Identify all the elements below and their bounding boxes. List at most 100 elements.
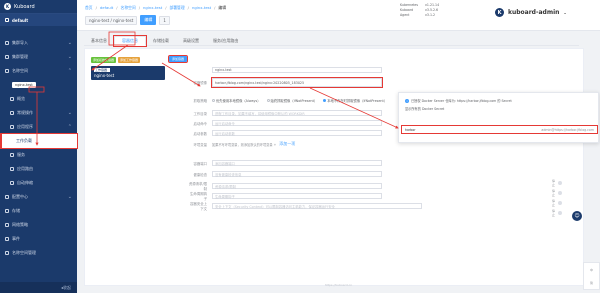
probes-label: 健康检查 <box>193 172 207 177</box>
sidebar-item-overview[interactable]: 概览 <box>0 92 77 106</box>
probes-input[interactable]: 没有健康检查信息 <box>212 171 382 177</box>
security-input[interactable]: 安全上下文（Security Context）可以限制容器访问主机能力，保证容器… <box>212 203 422 209</box>
help-fab-button[interactable]: ☺ <box>572 211 582 221</box>
network-icon <box>5 223 9 227</box>
add-init-container-button[interactable]: 添加初始化容器 <box>91 57 117 63</box>
workdir-input[interactable]: 进程工作目录，如果不填写，将使用镜像中默认的 WORKDIR <box>212 110 382 116</box>
tab-service[interactable]: 服务/应用路由 <box>206 36 245 46</box>
version-info: Kubernetes v1.21.14 Kuboard v3.5.2.6 Agent… <box>400 3 440 17</box>
logo-text: Kuboard <box>14 3 35 10</box>
command-input[interactable]: 运行启动命令 <box>212 120 382 126</box>
config-icon <box>5 195 9 199</box>
resource-switch[interactable]: 停止 <box>552 189 562 197</box>
tab-basic[interactable]: 基本信息 <box>84 36 114 46</box>
overview-icon <box>10 97 14 101</box>
sidebar-item-cluster-manage[interactable]: 集群管理 ⌄ <box>0 50 77 64</box>
sidebar: K Kuboard default 集群导入 ⌄ 集群管理 ⌄ 名称空间 ⌃ ngin… <box>0 0 78 293</box>
add-container-button[interactable]: 添加容器 <box>167 55 189 63</box>
args-label: 启动参数 <box>193 131 207 136</box>
command-label: 启动命令 <box>193 121 207 126</box>
dropdown-filter-authorized[interactable]: i 已授权 Docker Server 仓库为: https://harbor.… <box>405 98 512 103</box>
env-hint: 如果不写环境变量，则添加默认的环境变量 + <box>212 142 277 147</box>
security-label: 容器安全上下文 <box>190 202 207 211</box>
container-type-badge: 工作容器 <box>94 68 110 72</box>
container-image-input[interactable]: harbor.jfblog.com/nginx-test/nginx:20220… <box>211 77 383 88</box>
namespace-select[interactable]: nginx-test <box>12 82 36 88</box>
sidebar-item-events[interactable]: 事件 <box>0 232 77 246</box>
count-badge: 1 <box>159 15 170 25</box>
lifecycle-switch[interactable]: 停止 <box>552 199 562 207</box>
secret-dropdown: i 已授权 Docker Server 仓库为: https://harbor.… <box>398 92 599 143</box>
add-work-container-button[interactable]: 添加工作容器 <box>118 57 141 63</box>
sidebar-item-namespace[interactable]: 名称空间 ⌃ <box>0 64 77 78</box>
dropdown-show-all[interactable]: 显示所有的 Docker Secret <box>405 106 444 111</box>
user-menu[interactable]: K kuboard-admin ⌄ <box>495 8 567 17</box>
chevron-down-icon: ⌄ <box>67 40 72 46</box>
chevron-down-icon: ⌄ <box>563 10 567 15</box>
security-switch[interactable]: 停止 <box>552 209 562 217</box>
probe-switch[interactable]: 停止 <box>552 179 562 187</box>
namespace-select-row: nginx-test <box>0 78 77 92</box>
breadcrumb-item[interactable]: nginx-test <box>192 5 211 11</box>
namespace-label: default <box>12 17 29 23</box>
container-list: 添加初始化容器 添加工作容器 工作容器 nginx-test <box>91 57 165 80</box>
pull-policy-label: 抓取策略 <box>193 99 207 103</box>
sidebar-item-common-ops[interactable]: 常规操作 ⌄ <box>0 106 77 120</box>
sidebar-item-services[interactable]: 服务 <box>0 148 77 162</box>
sidebar-menu: 集群导入 ⌄ 集群管理 ⌄ 名称空间 ⌃ nginx-test 概览 常规操作 ⌄ 应用… <box>0 36 78 260</box>
radio-icon <box>266 99 270 102</box>
breadcrumb-item[interactable]: default <box>100 5 113 11</box>
breadcrumb-item[interactable]: 名称空间 <box>121 5 136 11</box>
env-add-link[interactable]: 添加一项 <box>279 141 295 147</box>
chevron-up-icon: ⌃ <box>67 124 72 130</box>
current-namespace[interactable]: default <box>0 14 77 26</box>
workdir-label: 工作目录 <box>193 111 207 116</box>
service-icon <box>10 153 14 157</box>
tab-storage[interactable]: 存储挂载 <box>146 36 176 46</box>
dropdown-option-harbor[interactable]: harbor admin@https://harbor.jfblog.com <box>401 125 598 134</box>
sidebar-item-cluster-import[interactable]: 集群导入 ⌄ <box>0 36 77 50</box>
pull-policy-never[interactable]: 始终抓取镜像（IfNotPresent） <box>266 98 317 103</box>
pull-policy-ifnotpresent[interactable]: 本地不存在时抓取镜像（IfNotPresent） <box>323 98 387 103</box>
sidebar-item-ns-manage[interactable]: 名称空间管理 <box>0 246 77 260</box>
sidebar-item-storage[interactable]: 存储 <box>0 204 77 218</box>
cluster-icon <box>5 55 9 59</box>
app-icon <box>10 125 14 129</box>
settings-icon <box>5 251 9 255</box>
image-label: 容器镜像 <box>193 81 207 85</box>
scale-icon <box>10 181 14 185</box>
kuboard-app: K Kuboard default 集群导入 ⌄ 集群管理 ⌄ 名称空间 ⌃ ngin… <box>0 0 600 293</box>
username: kuboard-admin <box>508 9 560 16</box>
collapse-sidebar-button[interactable]: ◂ 收起 <box>0 282 77 293</box>
page-title-row: nginx-test / nginx-test 编辑 1 <box>85 15 170 25</box>
container-name-input[interactable]: nginx-test <box>212 67 382 73</box>
breadcrumb-item[interactable]: 首页 <box>85 5 93 11</box>
namespace-icon <box>5 18 9 22</box>
toggle-icon <box>557 201 562 205</box>
sidebar-item-autoscale[interactable]: 自动伸缩 <box>0 176 77 190</box>
sidebar-item-config[interactable]: 配置中心 ⌄ <box>0 190 77 204</box>
chat-icon: ☺ <box>574 213 580 219</box>
pull-policy-always[interactable]: 优先使用本地镜像（Always） <box>212 98 261 103</box>
radio-icon <box>212 99 215 102</box>
sidebar-item-netpolicy[interactable]: 网络策略 <box>0 218 77 232</box>
logo[interactable]: K Kuboard <box>0 0 77 14</box>
sidebar-item-applications[interactable]: 应用程序 ⌃ <box>0 120 77 134</box>
args-input[interactable]: 运行启动参数 <box>212 130 382 136</box>
language-switcher[interactable]: 中 简 <box>583 262 600 290</box>
tab-advanced[interactable]: 高级设置 <box>176 36 206 46</box>
info-icon: i <box>405 98 409 103</box>
tab-containers[interactable]: 容器信息 <box>113 35 147 47</box>
lifecycle-input[interactable]: 生命周期钩子 <box>212 193 382 199</box>
container-card[interactable]: 工作容器 nginx-test <box>91 66 165 80</box>
ports-input[interactable]: 添加容器端口 <box>212 160 382 166</box>
ports-label: 容器端口 <box>193 161 207 166</box>
footer-link[interactable]: https://kuboard.cn <box>77 283 600 287</box>
ops-icon <box>10 111 14 115</box>
resources-input[interactable]: 资源请求/限制 <box>212 183 382 189</box>
breadcrumb-item[interactable]: 部署管理 <box>169 5 184 11</box>
breadcrumb-item[interactable]: nginx-test <box>143 5 162 11</box>
sidebar-item-workloads[interactable]: 工作负载 <box>0 133 78 149</box>
namespace-icon <box>5 69 9 73</box>
sidebar-item-ingress[interactable]: 应用路由 <box>0 162 77 176</box>
